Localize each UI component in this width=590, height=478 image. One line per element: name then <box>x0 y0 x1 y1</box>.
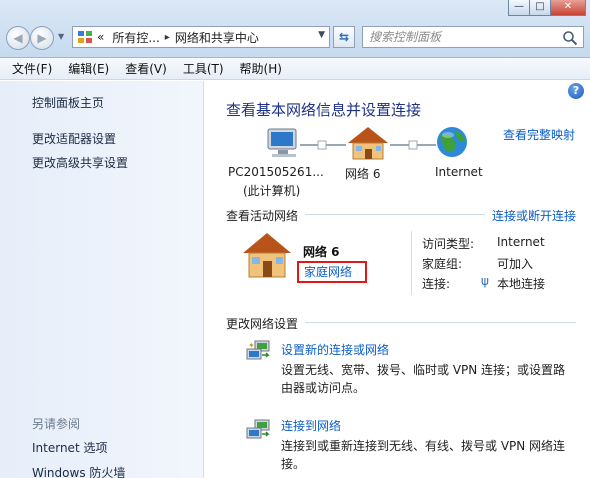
connect-disconnect-link[interactable]: 连接或断开连接 <box>492 207 576 224</box>
connect-to-network-desc: 连接到或重新连接到无线、有线、拨号或 VPN 网络连接。 <box>281 439 566 471</box>
connect-to-network-link[interactable]: 连接到网络 <box>281 417 341 434</box>
section-divider <box>305 214 485 215</box>
access-type-label: 访问类型: <box>422 237 475 251</box>
refresh-button[interactable]: ⇆ <box>333 26 355 48</box>
connector-node <box>408 140 418 150</box>
menu-tools[interactable]: 工具(T) <box>175 60 232 77</box>
minimize-button[interactable]: — <box>508 0 530 16</box>
svg-text:✦: ✦ <box>248 341 255 350</box>
local-connection-link[interactable]: 本地连接 <box>497 275 545 292</box>
chevron-down-icon[interactable]: ▼ <box>318 30 325 40</box>
recent-pages-dropdown[interactable]: ▼ <box>58 32 64 41</box>
control-panel-icon <box>78 31 92 43</box>
window-controls: — □ ✕ <box>508 0 586 16</box>
arrow-left-icon: ◀ <box>13 31 23 45</box>
network-label: 网络 6 <box>345 167 381 181</box>
arrow-right-icon: ▶ <box>37 31 47 45</box>
sidebar-item-advanced-sharing[interactable]: 更改高级共享设置 <box>32 154 128 171</box>
access-type-value: Internet <box>497 235 545 249</box>
help-icon[interactable]: ? <box>568 83 584 99</box>
title-bar: — □ ✕ ◀ ▶ ▼ « 所有控... ▸ 网络和共享中心 ▼ ⇆ <box>0 0 590 58</box>
internet-label: Internet <box>435 165 483 179</box>
maximize-button[interactable]: □ <box>529 0 551 16</box>
wired-connection-icon: ψ <box>481 274 489 288</box>
menu-help[interactable]: 帮助(H) <box>232 60 290 77</box>
network-type-link[interactable]: 家庭网络 <box>304 265 352 279</box>
see-also-heading: 另请参阅 <box>32 417 81 431</box>
computer-name-label: PC201505261... <box>228 165 324 179</box>
setup-new-connection-desc: 设置无线、宽带、拨号、临时或 VPN 连接；或设置路由器或访问点。 <box>281 363 566 395</box>
breadcrumb-network-center[interactable]: 网络和共享中心 <box>175 29 259 46</box>
active-network-name: 网络 6 <box>303 245 340 259</box>
home-network-large-icon <box>243 233 291 278</box>
search-box[interactable] <box>362 26 584 48</box>
setup-new-connection-link[interactable]: 设置新的连接或网络 <box>281 341 389 358</box>
back-button[interactable]: ◀ <box>6 26 30 50</box>
section-divider <box>305 322 576 323</box>
address-bar[interactable]: « 所有控... ▸ 网络和共享中心 ▼ <box>72 26 330 48</box>
connect-to-network-icon <box>246 419 270 439</box>
computer-icon <box>267 128 297 157</box>
search-input[interactable] <box>363 27 553 47</box>
refresh-icon: ⇆ <box>338 30 350 44</box>
address-overflow[interactable]: « <box>97 30 104 44</box>
view-full-map-link[interactable]: 查看完整映射 <box>503 126 575 143</box>
search-icon[interactable] <box>562 30 578 46</box>
vertical-divider <box>411 231 412 295</box>
homegroup-link[interactable]: 可加入 <box>497 255 533 272</box>
home-network-icon <box>348 127 388 160</box>
computer-sub-label: (此计算机) <box>243 184 301 198</box>
page-title: 查看基本网络信息并设置连接 <box>226 101 422 119</box>
network-type-highlight: 家庭网络 <box>297 261 367 283</box>
forward-button[interactable]: ▶ <box>30 26 54 50</box>
breadcrumb-separator[interactable]: ▸ <box>165 32 170 43</box>
menu-view[interactable]: 查看(V) <box>117 60 175 77</box>
connector-node <box>317 140 327 150</box>
sidebar-item-adapter-settings[interactable]: 更改适配器设置 <box>32 130 116 147</box>
menu-edit[interactable]: 编辑(E) <box>60 60 117 77</box>
left-navigation-pane: 控制面板主页 更改适配器设置 更改高级共享设置 另请参阅 Internet 选项… <box>0 81 204 478</box>
sidebar-item-internet-options[interactable]: Internet 选项 <box>32 439 107 456</box>
active-networks-heading: 查看活动网络 <box>226 209 299 223</box>
main-content: ? 查看基本网络信息并设置连接 查看完整映射 PC201505261... (此… <box>205 81 590 478</box>
close-button[interactable]: ✕ <box>550 0 586 16</box>
breadcrumb-all-control-panel[interactable]: 所有控... <box>112 29 159 46</box>
menu-file[interactable]: 文件(F) <box>4 60 60 77</box>
internet-globe-icon <box>437 127 467 157</box>
sidebar-item-control-panel-home[interactable]: 控制面板主页 <box>32 94 104 111</box>
sidebar-item-windows-firewall[interactable]: Windows 防火墙 <box>32 464 125 478</box>
change-settings-heading: 更改网络设置 <box>226 317 299 331</box>
menu-bar: 文件(F) 编辑(E) 查看(V) 工具(T) 帮助(H) <box>0 58 590 80</box>
connections-label: 连接: <box>422 277 451 291</box>
setup-connection-icon: ✦ <box>246 340 270 360</box>
homegroup-label: 家庭组: <box>422 257 463 271</box>
